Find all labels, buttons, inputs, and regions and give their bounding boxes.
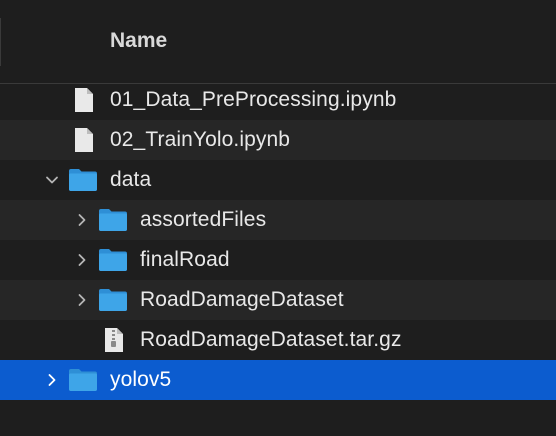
file-row[interactable]: data [0,160,556,200]
file-name: 01_Data_PreProcessing.ipynb [110,88,397,111]
chevron-right-icon[interactable] [44,372,60,388]
file-name: yolov5 [110,368,172,391]
file-name: finalRoad [140,248,230,271]
chevron-down-icon[interactable] [44,172,60,188]
chevron-right-icon[interactable] [74,292,90,308]
file-name: RoadDamageDataset [140,288,344,311]
column-divider [0,18,1,66]
file-name: 02_TrainYolo.ipynb [110,128,291,151]
folder-icon [68,168,97,194]
chevron-right-icon[interactable] [74,212,90,228]
folder-icon [98,208,127,234]
chevron-right-icon[interactable] [74,252,90,268]
finder-list-view: Name 01_Data_PreProcessing.ipynb 02_Train… [0,0,556,436]
file-row[interactable]: RoadDamageDataset [0,280,556,320]
file-name: assortedFiles [140,208,267,231]
archive-icon [103,327,131,353]
file-row[interactable]: 01_Data_PreProcessing.ipynb [0,80,556,120]
folder-icon [98,248,127,274]
file-row[interactable]: assortedFiles [0,200,556,240]
file-row[interactable]: RoadDamageDataset.tar.gz [0,320,556,360]
column-header[interactable]: Name [0,0,556,84]
file-row[interactable]: finalRoad [0,240,556,280]
name-column-header[interactable]: Name [110,29,167,53]
file-icon [73,87,101,113]
file-row[interactable]: 02_TrainYolo.ipynb [0,120,556,160]
file-icon [73,127,101,153]
folder-icon [98,288,127,314]
file-name: data [110,168,152,191]
file-list: 01_Data_PreProcessing.ipynb 02_TrainYolo.… [0,80,556,400]
folder-icon [68,368,97,394]
file-name: RoadDamageDataset.tar.gz [140,328,402,351]
file-row[interactable]: yolov5 [0,360,556,400]
